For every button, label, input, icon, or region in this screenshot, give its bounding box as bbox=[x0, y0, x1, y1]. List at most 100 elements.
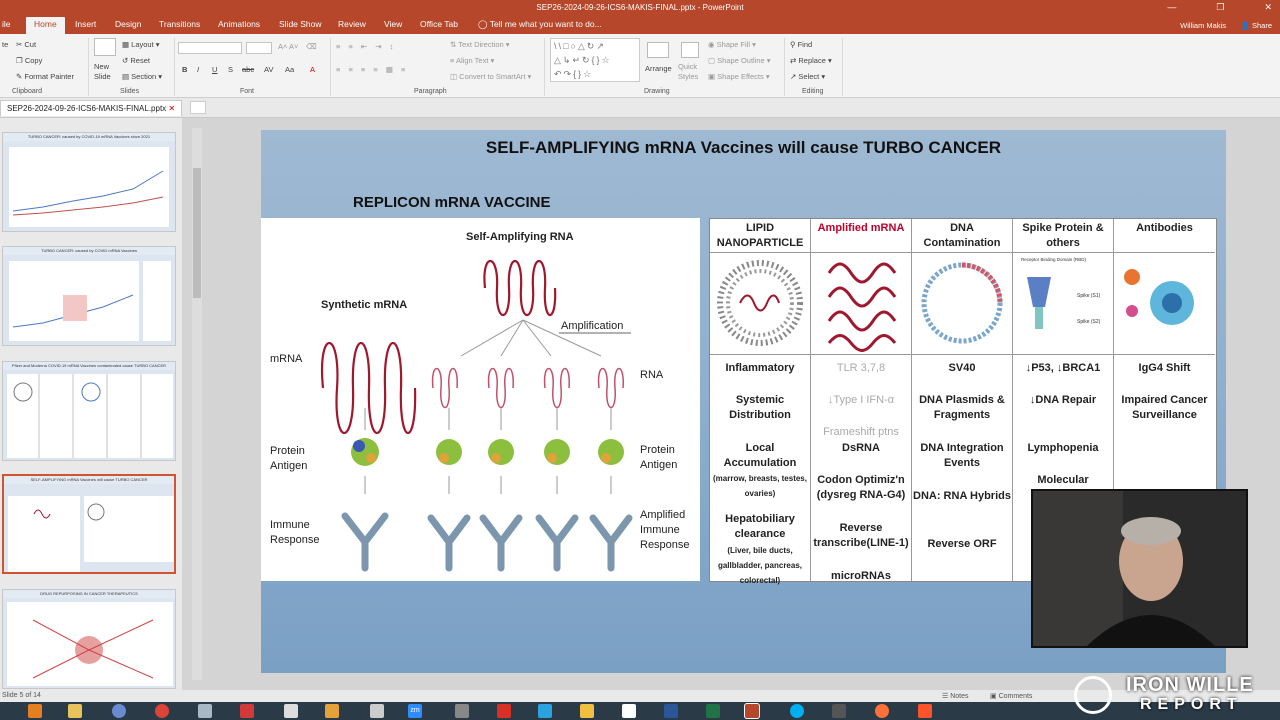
slide-thumbnail[interactable]: Pfizer and Moderna COVID-19 mRNA Vaccine… bbox=[2, 361, 176, 461]
app-icon[interactable] bbox=[28, 704, 42, 718]
restore-icon[interactable]: ❐ bbox=[1216, 2, 1224, 13]
spike-illustration: Receptor Binding Domain (RBD) Spike (S1)… bbox=[1013, 253, 1113, 355]
tab-review[interactable]: Review bbox=[338, 19, 366, 29]
tab-transitions[interactable]: Transitions bbox=[159, 19, 200, 29]
label-amplification: Amplification bbox=[561, 320, 624, 332]
pdf-icon[interactable] bbox=[497, 704, 511, 718]
tab-design[interactable]: Design bbox=[115, 19, 141, 29]
tab-view[interactable]: View bbox=[384, 19, 402, 29]
shape-effects-button[interactable]: ▣ Shape Effects ▾ bbox=[708, 72, 770, 81]
arrange-button[interactable]: Arrange bbox=[645, 64, 672, 73]
share-button[interactable]: 👤 Share bbox=[1241, 21, 1272, 30]
cell-dna-rna-hybrids: DNA: RNA Hybrids bbox=[913, 490, 1011, 502]
brave-icon[interactable] bbox=[918, 704, 932, 718]
align-text-button[interactable]: ≡ Align Text ▾ bbox=[450, 56, 494, 65]
app-icon[interactable] bbox=[284, 704, 298, 718]
char-spacing-button[interactable]: AV bbox=[264, 65, 273, 74]
shapes-gallery[interactable]: \\□○△↻↗ △↳↵↻{}☆ ↶↷{}☆ bbox=[550, 38, 640, 82]
firefox-icon[interactable] bbox=[875, 704, 889, 718]
skype-icon[interactable] bbox=[790, 704, 804, 718]
tab-insert[interactable]: Insert bbox=[75, 19, 96, 29]
font-size-input[interactable] bbox=[246, 42, 272, 54]
chrome-icon[interactable] bbox=[155, 704, 169, 718]
new-slide-button[interactable]: New Slide bbox=[94, 62, 118, 82]
label-spike-s1: Spike (S1) bbox=[1077, 293, 1101, 299]
slide-thumbnail[interactable]: TURBO CANCER: caused by COVID-19 mRNA Va… bbox=[2, 132, 176, 232]
underline-button[interactable]: U bbox=[212, 65, 217, 74]
close-tab-icon[interactable]: ✕ bbox=[168, 104, 175, 113]
scroll-thumb[interactable] bbox=[193, 168, 201, 298]
notes-button[interactable]: ☰ Notes bbox=[942, 692, 969, 700]
telegram-icon[interactable] bbox=[538, 704, 552, 718]
bullets-button[interactable]: ≡ ≡ ⇤ ⇥ ↕ bbox=[336, 42, 396, 51]
close-icon[interactable]: ✕ bbox=[1264, 2, 1272, 13]
new-slide-icon[interactable] bbox=[94, 38, 116, 56]
cell-dna-integration: DNA Integration Events bbox=[920, 442, 1004, 469]
align-buttons[interactable]: ≡ ≡ ≡ ≡ ▦ ≡ bbox=[336, 65, 408, 74]
font-name-input[interactable] bbox=[178, 42, 242, 54]
new-tab-button[interactable] bbox=[190, 101, 206, 114]
arrange-icon[interactable] bbox=[647, 42, 669, 58]
document-tab[interactable]: SEP26-2024-09-26-ICS6-MAKIS-FINAL.pptx ✕ bbox=[0, 100, 183, 116]
app-icon[interactable] bbox=[455, 704, 469, 718]
replace-button[interactable]: ⇄ Replace ▾ bbox=[790, 56, 832, 65]
file-tab[interactable]: ile bbox=[2, 19, 11, 29]
star-app-icon[interactable] bbox=[240, 704, 254, 718]
slide-thumbnail-selected[interactable]: SELF-AMPLIFYING mRNA Vaccines will cause… bbox=[2, 474, 176, 574]
slide-thumbnail[interactable]: DRUG REPURPOSING IN CANCER THERAPEUTICS bbox=[2, 589, 176, 689]
text-direction-button[interactable]: ⇅ Text Direction ▾ bbox=[450, 40, 510, 49]
copy-button[interactable]: ❐ Copy bbox=[16, 56, 42, 65]
shape-fill-button[interactable]: ◉ Shape Fill ▾ bbox=[708, 40, 756, 49]
amplified-mrna-illustration bbox=[811, 253, 911, 355]
smartart-button[interactable]: ◫ Convert to SmartArt ▾ bbox=[450, 72, 531, 81]
tell-me-box[interactable]: ◯ Tell me what you want to do... bbox=[478, 19, 602, 30]
italic-button[interactable]: I bbox=[197, 65, 199, 74]
strikethrough-button[interactable]: abc bbox=[242, 65, 254, 74]
replicon-heading: REPLICON mRNA VACCINE bbox=[353, 194, 551, 211]
browser-icon[interactable] bbox=[112, 704, 126, 718]
font-color-button[interactable]: A bbox=[310, 65, 315, 74]
comments-button[interactable]: ▣ Comments bbox=[990, 692, 1032, 700]
paste-button[interactable]: te bbox=[2, 40, 8, 49]
app-icon[interactable] bbox=[325, 704, 339, 718]
cut-button[interactable]: ✂ Cut bbox=[16, 40, 36, 49]
tab-slide-show[interactable]: Slide Show bbox=[279, 19, 322, 29]
thumbnails-scrollbar[interactable] bbox=[192, 128, 202, 680]
folder-icon[interactable] bbox=[68, 704, 82, 718]
reset-button[interactable]: ↺ Reset bbox=[122, 56, 150, 65]
tab-home[interactable]: Home bbox=[26, 17, 65, 34]
select-button[interactable]: ↗ Select ▾ bbox=[790, 72, 825, 81]
thumbnail-chart bbox=[9, 261, 171, 341]
cell-codon-optimization: Codon Optimiz'n (dysreg RNA-G4) bbox=[816, 474, 906, 501]
shape-outline-button[interactable]: ▢ Shape Outline ▾ bbox=[708, 56, 771, 65]
group-clipboard-label: Clipboard bbox=[12, 88, 42, 95]
quick-styles-icon[interactable] bbox=[681, 42, 699, 58]
shadow-button[interactable]: S bbox=[228, 65, 233, 74]
app-icon[interactable] bbox=[622, 704, 636, 718]
quick-styles-button[interactable]: Quick Styles bbox=[678, 62, 704, 82]
change-case-button[interactable]: Aa bbox=[285, 65, 294, 74]
format-painter-button[interactable]: ✎ Format Painter bbox=[16, 72, 74, 81]
app-icon[interactable] bbox=[580, 704, 594, 718]
cell-lymphopenia: Lymphopenia bbox=[1027, 442, 1099, 454]
slide-thumbnail[interactable]: TURBO CANCER: caused by COVID mRNA Vacci… bbox=[2, 246, 176, 346]
app-icon[interactable] bbox=[370, 704, 384, 718]
word-icon[interactable] bbox=[664, 704, 678, 718]
tab-office-tab[interactable]: Office Tab bbox=[420, 19, 458, 29]
powerpoint-icon[interactable] bbox=[744, 703, 760, 719]
bold-button[interactable]: B bbox=[182, 65, 187, 74]
document-icon[interactable] bbox=[198, 704, 212, 718]
tab-animations[interactable]: Animations bbox=[218, 19, 260, 29]
user-name[interactable]: William Makis bbox=[1180, 21, 1226, 30]
section-button[interactable]: ▤ Section ▾ bbox=[122, 72, 162, 81]
grow-font-button[interactable]: A˄ A˅ bbox=[278, 42, 298, 51]
document-tab-bar: SEP26-2024-09-26-ICS6-MAKIS-FINAL.pptx ✕ bbox=[0, 98, 1280, 118]
clear-format-button[interactable]: ⌫ bbox=[306, 42, 317, 51]
minimize-icon[interactable]: — bbox=[1167, 2, 1176, 13]
excel-icon[interactable] bbox=[706, 704, 720, 718]
app-icon[interactable] bbox=[832, 704, 846, 718]
zoom-icon[interactable]: zm bbox=[408, 704, 422, 718]
layout-button[interactable]: ▦ Layout ▾ bbox=[122, 40, 160, 49]
find-button[interactable]: ⚲ Find bbox=[790, 40, 812, 49]
cell-reverse-transcribe: Reverse transcribe(LINE-1) bbox=[813, 522, 909, 549]
